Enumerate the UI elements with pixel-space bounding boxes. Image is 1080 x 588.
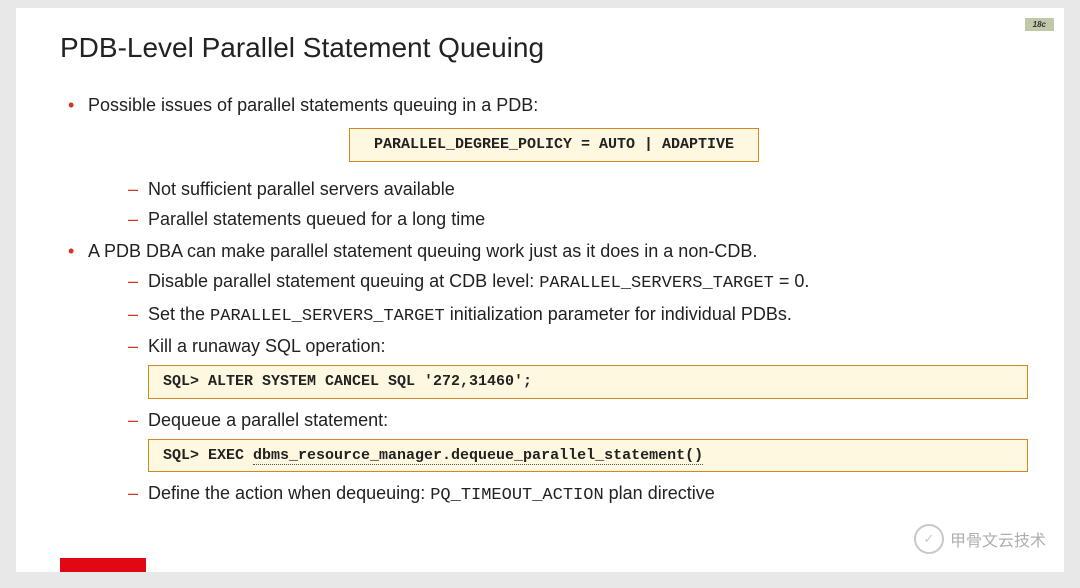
bullet-list: Possible issues of parallel statements q…	[60, 92, 1020, 509]
code-box-cancel-sql: SQL> ALTER SYSTEM CANCEL SQL '272,31460'…	[148, 365, 1028, 399]
sub-2-2-a: Set the	[148, 304, 210, 324]
brand-bar	[60, 558, 146, 572]
code-box-policy: PARALLEL_DEGREE_POLICY = AUTO | ADAPTIVE	[349, 128, 759, 162]
sub-2-2-code: PARALLEL_SERVERS_TARGET	[210, 307, 445, 326]
sub-2-1-a: Disable parallel statement queuing at CD…	[148, 271, 539, 291]
slide: 18c PDB-Level Parallel Statement Queuing…	[16, 8, 1064, 572]
sub-2-5-a: Define the action when dequeuing:	[148, 483, 430, 503]
sub-1-1: Not sufficient parallel servers availabl…	[88, 176, 1020, 202]
watermark-text: 甲骨文云技术	[950, 527, 1046, 551]
sub-2-1: Disable parallel statement queuing at CD…	[88, 268, 1020, 297]
sub-2-1-b: = 0.	[774, 271, 810, 291]
sub-list-1: Not sufficient parallel servers availabl…	[88, 176, 1020, 232]
version-badge: 18c	[1025, 18, 1054, 31]
bullet-2-text: A PDB DBA can make parallel statement qu…	[88, 241, 757, 261]
sub-2-4: Dequeue a parallel statement:	[88, 407, 1020, 433]
sub-list-2b: Dequeue a parallel statement:	[88, 407, 1020, 433]
slide-title: PDB-Level Parallel Statement Queuing	[60, 32, 1020, 64]
sub-2-5: Define the action when dequeuing: PQ_TIM…	[88, 480, 1020, 509]
watermark: ✓ 甲骨文云技术	[914, 524, 1046, 554]
sub-list-2: Disable parallel statement queuing at CD…	[88, 268, 1020, 359]
sub-1-2: Parallel statements queued for a long ti…	[88, 206, 1020, 232]
code-dequeue-b: dbms_resource_manager.dequeue_parallel_s…	[253, 447, 703, 465]
sub-2-2-b: initialization parameter for individual …	[445, 304, 792, 324]
code-dequeue-a: SQL> EXEC	[163, 447, 253, 464]
sub-2-5-code: PQ_TIMEOUT_ACTION	[430, 486, 603, 505]
sub-2-3: Kill a runaway SQL operation:	[88, 333, 1020, 359]
watermark-icon: ✓	[914, 524, 944, 554]
bullet-1: Possible issues of parallel statements q…	[60, 92, 1020, 232]
code-box-dequeue: SQL> EXEC dbms_resource_manager.dequeue_…	[148, 439, 1028, 473]
bullet-1-text: Possible issues of parallel statements q…	[88, 95, 538, 115]
sub-2-5-b: plan directive	[604, 483, 715, 503]
bullet-2: A PDB DBA can make parallel statement qu…	[60, 238, 1020, 509]
sub-list-2c: Define the action when dequeuing: PQ_TIM…	[88, 480, 1020, 509]
sub-2-2: Set the PARALLEL_SERVERS_TARGET initiali…	[88, 301, 1020, 330]
sub-2-1-code: PARALLEL_SERVERS_TARGET	[539, 274, 774, 293]
